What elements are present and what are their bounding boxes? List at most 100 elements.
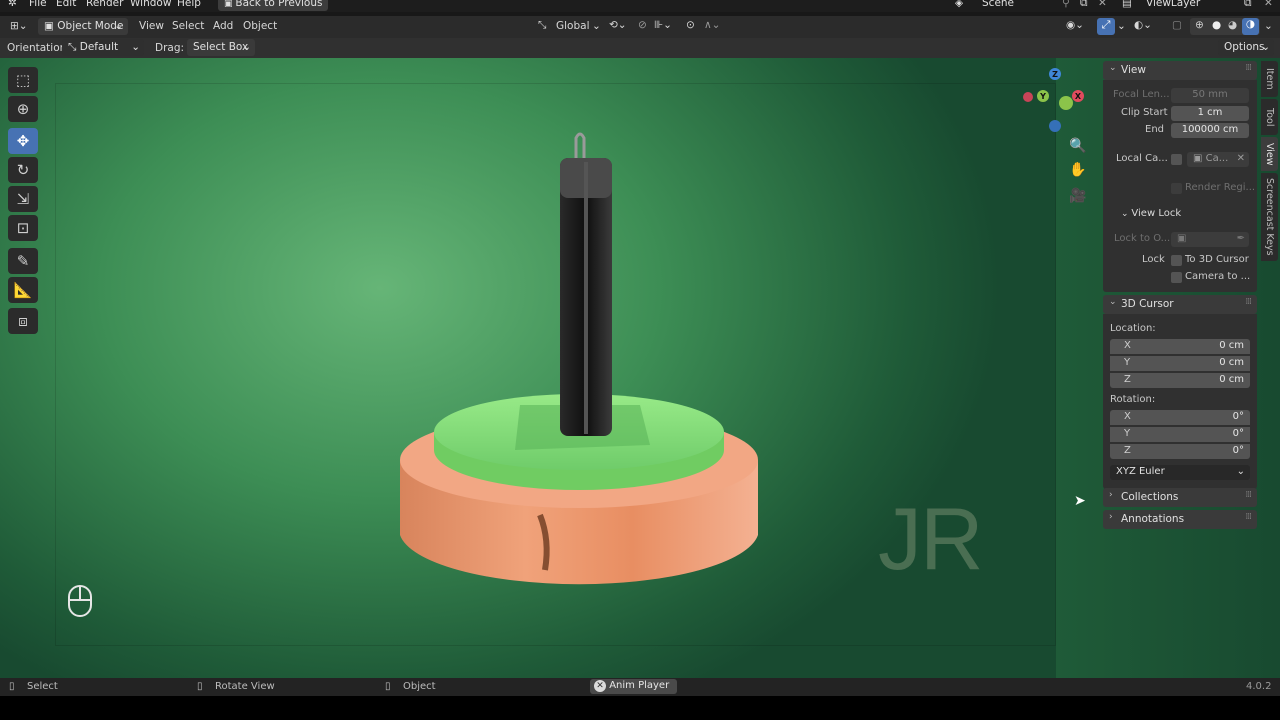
view-lock-subheader[interactable]: ⌄ View Lock bbox=[1121, 208, 1181, 219]
drag-grip-icon[interactable]: ⁞⁞⁞ bbox=[1245, 512, 1252, 522]
gizmo-neg-x[interactable] bbox=[1023, 92, 1033, 102]
menu-help[interactable]: Help bbox=[177, 0, 201, 9]
location-x-field[interactable]: X0 cm bbox=[1110, 339, 1250, 354]
delete-view-layer-icon[interactable]: ✕ bbox=[1264, 0, 1273, 9]
select-box-tool-icon[interactable]: ⬚ bbox=[8, 67, 38, 93]
menu-view[interactable]: View bbox=[139, 20, 164, 32]
rotation-x-field[interactable]: X 0° bbox=[1110, 410, 1250, 425]
rotate-tool-icon[interactable]: ↻ bbox=[8, 157, 38, 183]
menu-render[interactable]: Render bbox=[86, 0, 123, 9]
add-cube-tool-icon[interactable]: ⧈ bbox=[8, 308, 38, 334]
clip-start-field[interactable]: 1 cm bbox=[1171, 106, 1249, 121]
pan-hand-icon[interactable]: ✋ bbox=[1068, 160, 1088, 180]
options-dropdown[interactable]: Options ⌄ bbox=[1218, 39, 1274, 56]
gizmo-neg-z[interactable] bbox=[1049, 120, 1061, 132]
gizmo-x-axis[interactable]: X bbox=[1072, 90, 1084, 102]
xray-icon[interactable]: ▢ bbox=[1172, 19, 1182, 31]
overlays-icon[interactable]: ◐⌄ bbox=[1134, 19, 1152, 31]
back-to-previous-button[interactable]: ▣ Back to Previous bbox=[218, 0, 329, 11]
gizmo-y-axis[interactable]: Y bbox=[1037, 90, 1049, 102]
wireframe-shading-icon[interactable]: ⊕ bbox=[1195, 19, 1204, 31]
menu-object[interactable]: Object bbox=[243, 20, 277, 32]
snap-target-icon[interactable]: ⊪⌄ bbox=[654, 19, 672, 31]
eyedropper-icon[interactable]: ✒ bbox=[1237, 233, 1245, 244]
render-region-checkbox[interactable] bbox=[1171, 183, 1182, 194]
shading-mode-group: ⊕ ● ◕ ◑ bbox=[1190, 18, 1260, 35]
cursor-tool-icon[interactable]: ⊕ bbox=[8, 96, 38, 122]
focal-length-field[interactable]: 50 mm bbox=[1171, 88, 1249, 103]
menu-add[interactable]: Add bbox=[213, 20, 233, 32]
pivot-point-icon[interactable]: ⟲⌄ bbox=[609, 19, 627, 31]
chevron-down-icon[interactable]: ⌄ bbox=[1264, 20, 1273, 32]
chevron-down-icon[interactable]: ⌄ bbox=[1117, 20, 1126, 32]
scene-name-field[interactable]: Scene bbox=[982, 0, 1014, 9]
gizmo-z-axis[interactable]: Z bbox=[1049, 68, 1061, 80]
menu-file[interactable]: File bbox=[29, 0, 47, 9]
drag-grip-icon[interactable]: ⁞⁞⁞ bbox=[1245, 63, 1252, 73]
drag-grip-icon[interactable]: ⁞⁞⁞ bbox=[1245, 297, 1252, 307]
proportional-edit-icon[interactable]: ⊙ bbox=[686, 19, 695, 31]
lock-to-3d-cursor-checkbox[interactable] bbox=[1171, 255, 1182, 266]
view-panel-header[interactable]: ⌄ View ⁞⁞⁞ bbox=[1103, 61, 1257, 80]
measure-tool-icon[interactable]: 📐 bbox=[8, 277, 38, 303]
rotation-label: Rotation: bbox=[1110, 394, 1156, 405]
camera-to-view-label: Camera to ... bbox=[1185, 271, 1251, 282]
new-view-layer-icon[interactable]: ⧉ bbox=[1244, 0, 1252, 10]
mode-dropdown[interactable]: ▣ Object Mode ⌄ bbox=[38, 18, 128, 35]
rendered-shading-icon[interactable]: ◑ bbox=[1242, 18, 1259, 35]
view-layer-field[interactable]: ViewLayer bbox=[1146, 0, 1200, 9]
clip-start-label: Clip Start bbox=[1121, 107, 1168, 118]
new-scene-icon[interactable]: ⧉ bbox=[1080, 0, 1088, 10]
scale-tool-icon[interactable]: ⇲ bbox=[8, 186, 38, 212]
clip-end-field[interactable]: 100000 cm bbox=[1171, 123, 1249, 138]
location-y-field[interactable]: Y0 cm bbox=[1110, 356, 1250, 371]
camera-view-icon[interactable]: 🎥 bbox=[1068, 186, 1088, 206]
location-z-field[interactable]: Z0 cm bbox=[1110, 373, 1250, 388]
pin-icon[interactable]: ⚲ bbox=[1062, 0, 1070, 9]
zoom-icon[interactable]: 🔍 bbox=[1068, 136, 1088, 156]
menu-window[interactable]: Window bbox=[130, 0, 171, 9]
tab-view[interactable]: View bbox=[1261, 137, 1278, 171]
local-camera-checkbox[interactable] bbox=[1171, 154, 1182, 165]
transform-tool-icon[interactable]: ⊡ bbox=[8, 215, 38, 241]
solid-shading-icon[interactable]: ● bbox=[1212, 19, 1221, 31]
drag-dropdown[interactable]: Select Box ⌄ bbox=[187, 39, 255, 56]
3d-cursor-panel-header[interactable]: ⌄ 3D Cursor ⁞⁞⁞ bbox=[1103, 295, 1257, 314]
blender-logo-icon[interactable]: ✲ bbox=[8, 0, 17, 9]
viewport-header: ⊞⌄ ▣ Object Mode ⌄ View Select Add Object… bbox=[0, 16, 1280, 38]
transform-orientation-dropdown[interactable]: Global bbox=[556, 20, 590, 32]
camera-object-icon: ▣ bbox=[1193, 153, 1206, 164]
lock-to-object-field[interactable]: ▣ ✒ bbox=[1171, 232, 1249, 247]
delete-scene-icon[interactable]: ✕ bbox=[1098, 0, 1107, 9]
scene-icon[interactable]: ◈ bbox=[955, 0, 963, 9]
local-camera-field[interactable]: ▣ Ca... ✕ bbox=[1187, 152, 1249, 167]
tab-tool[interactable]: Tool bbox=[1261, 99, 1278, 135]
visibility-icon[interactable]: ◉⌄ bbox=[1066, 19, 1084, 31]
move-tool-icon[interactable]: ✥ bbox=[8, 128, 38, 154]
view-layer-icon[interactable]: ▤ bbox=[1122, 0, 1132, 9]
clear-icon[interactable]: ✕ bbox=[1237, 153, 1245, 164]
gizmo-toggle-button[interactable]: ⤢ bbox=[1097, 18, 1115, 35]
annotate-tool-icon[interactable]: ✎ bbox=[8, 248, 38, 274]
material-shading-icon[interactable]: ◕ bbox=[1228, 19, 1237, 31]
snap-icon[interactable]: ⊘ bbox=[638, 19, 647, 31]
rotation-y-field[interactable]: Y 0° bbox=[1110, 427, 1250, 442]
rotation-mode-dropdown[interactable]: XYZ Euler ⌄ bbox=[1110, 465, 1250, 480]
editor-type-icon[interactable]: ⊞⌄ bbox=[10, 20, 28, 32]
rotation-z-field[interactable]: Z 0° bbox=[1110, 444, 1250, 459]
gizmo-neg-y[interactable] bbox=[1059, 96, 1073, 110]
drag-grip-icon[interactable]: ⁞⁞⁞ bbox=[1245, 490, 1252, 500]
transform-orientation-icon[interactable]: ⤡ bbox=[538, 19, 546, 32]
scene-render bbox=[400, 132, 758, 585]
falloff-icon[interactable]: ∧⌄ bbox=[704, 19, 720, 31]
annotations-panel-header[interactable]: › Annotations ⁞⁞⁞ bbox=[1103, 510, 1257, 529]
menu-select[interactable]: Select bbox=[172, 20, 204, 32]
collections-panel-header[interactable]: › Collections ⁞⁞⁞ bbox=[1103, 488, 1257, 507]
camera-to-view-checkbox[interactable] bbox=[1171, 272, 1182, 283]
anim-player-badge[interactable]: ✕ Anim Player bbox=[590, 679, 678, 694]
tab-item[interactable]: Item bbox=[1261, 61, 1278, 97]
menu-edit[interactable]: Edit bbox=[56, 0, 76, 9]
navigation-gizmo[interactable]: Z Y X bbox=[1023, 68, 1084, 132]
tab-screencast-keys[interactable]: Screencast Keys bbox=[1261, 173, 1278, 261]
orientation-dropdown[interactable]: ⤡ Default ⌄ bbox=[62, 39, 144, 56]
